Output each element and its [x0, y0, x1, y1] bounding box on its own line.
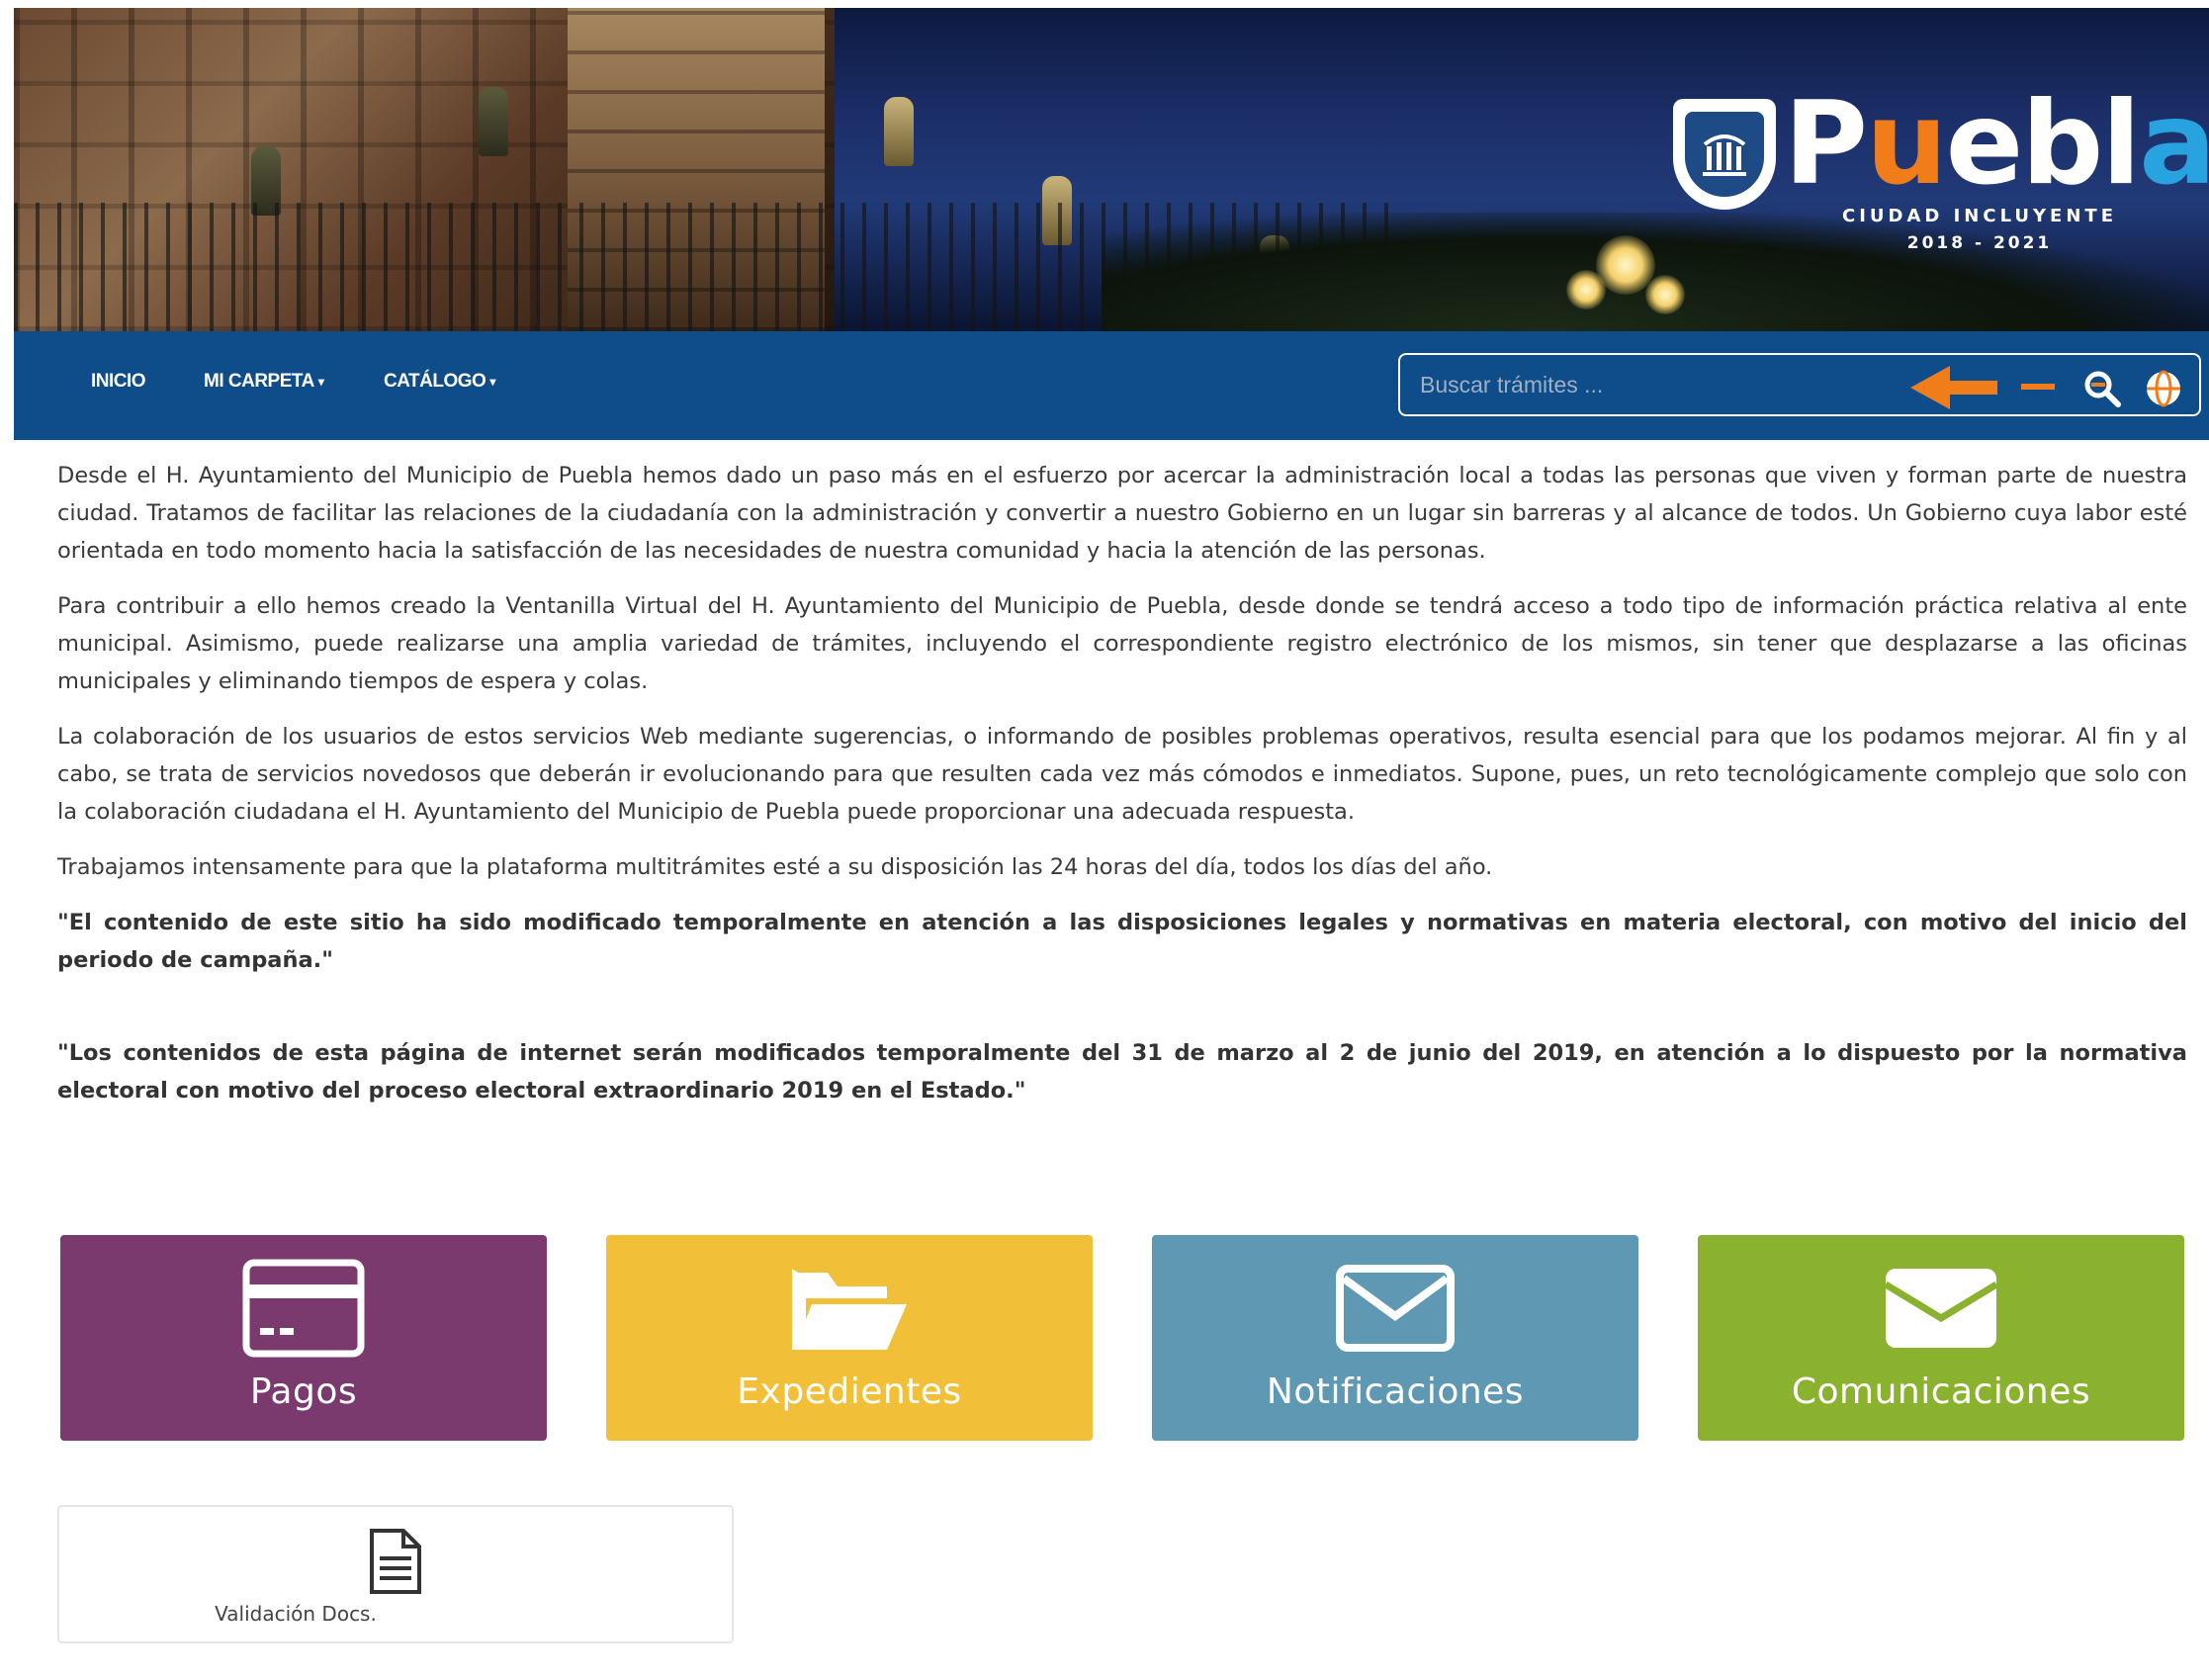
arrow-left-icon [1910, 366, 1997, 409]
nav-catalogo[interactable]: CATÁLOGO ▾ [384, 371, 495, 393]
shield-icon [1673, 99, 1776, 210]
nav-inicio-label: INICIO [91, 371, 146, 392]
minus-icon[interactable] [2021, 384, 2055, 390]
tile-notificaciones[interactable]: Notificaciones [1152, 1235, 1638, 1441]
puebla-logo[interactable]: Puebla CIUDAD INCLUYENTE 2018 - 2021 [1657, 87, 2209, 263]
validacion-docs-tile[interactable]: Validación Docs. [57, 1505, 734, 1643]
electoral-notice: "El contenido de este sitio ha sido modi… [57, 910, 2187, 973]
tile-label: Pagos [249, 1371, 358, 1412]
tile-label: Notificaciones [1266, 1371, 1525, 1412]
validacion-docs-label: Validación Docs. [215, 1602, 377, 1626]
angel-statue-image [479, 87, 508, 156]
logo-years: 2018 - 2021 [1906, 233, 2053, 253]
logo-wordmark: Puebla [1784, 77, 2209, 211]
tile-label: Expedientes [737, 1371, 962, 1412]
folder-open-icon [792, 1269, 907, 1350]
intro-paragraph: La colaboración de los usuarios de estos… [57, 724, 2187, 825]
main-navbar: INICIO MI CARPETA ▾ CATÁLOGO ▾ [14, 331, 2209, 440]
tile-label: Comunicaciones [1791, 1371, 2091, 1412]
nav-inicio[interactable]: INICIO [91, 371, 146, 393]
intro-content: Desde el H. Ayuntamiento del Municipio d… [57, 457, 2187, 1127]
street-lamp-image [1645, 275, 1685, 314]
tile-expedientes[interactable]: Expedientes [606, 1235, 1093, 1441]
envelope-icon [1884, 1269, 1998, 1348]
intro-paragraph: Trabajamos intensamente para que la plat… [57, 854, 1493, 880]
zoom-out-icon[interactable] [2082, 369, 2122, 408]
caret-down-icon: ▾ [489, 374, 495, 389]
header-banner: Puebla CIUDAD INCLUYENTE 2018 - 2021 [14, 8, 2209, 331]
angel-statue-image [884, 97, 914, 166]
tile-comunicaciones[interactable]: Comunicaciones [1698, 1235, 2184, 1441]
caret-down-icon: ▾ [317, 374, 324, 389]
globe-icon[interactable] [2144, 369, 2183, 408]
search-input[interactable] [1420, 365, 1895, 404]
envelope-icon [1336, 1265, 1455, 1352]
search-bar [1398, 353, 2201, 416]
intro-paragraph: Para contribuir a ello hemos creado la V… [57, 593, 2187, 694]
tile-pagos[interactable]: Pagos [60, 1235, 547, 1441]
credit-card-icon [242, 1259, 365, 1358]
logo-tagline: CIUDAD INCLUYENTE [1842, 206, 2117, 226]
nav-mi-carpeta-label: MI CARPETA [204, 371, 314, 392]
intro-paragraph: Desde el H. Ayuntamiento del Municipio d… [57, 463, 2187, 564]
nav-catalogo-label: CATÁLOGO [384, 371, 486, 392]
document-icon [370, 1529, 421, 1594]
electoral-notice: "Los contenidos de esta página de intern… [57, 1040, 2187, 1104]
street-lamp-image [1566, 270, 1606, 309]
nav-mi-carpeta[interactable]: MI CARPETA ▾ [204, 371, 324, 393]
